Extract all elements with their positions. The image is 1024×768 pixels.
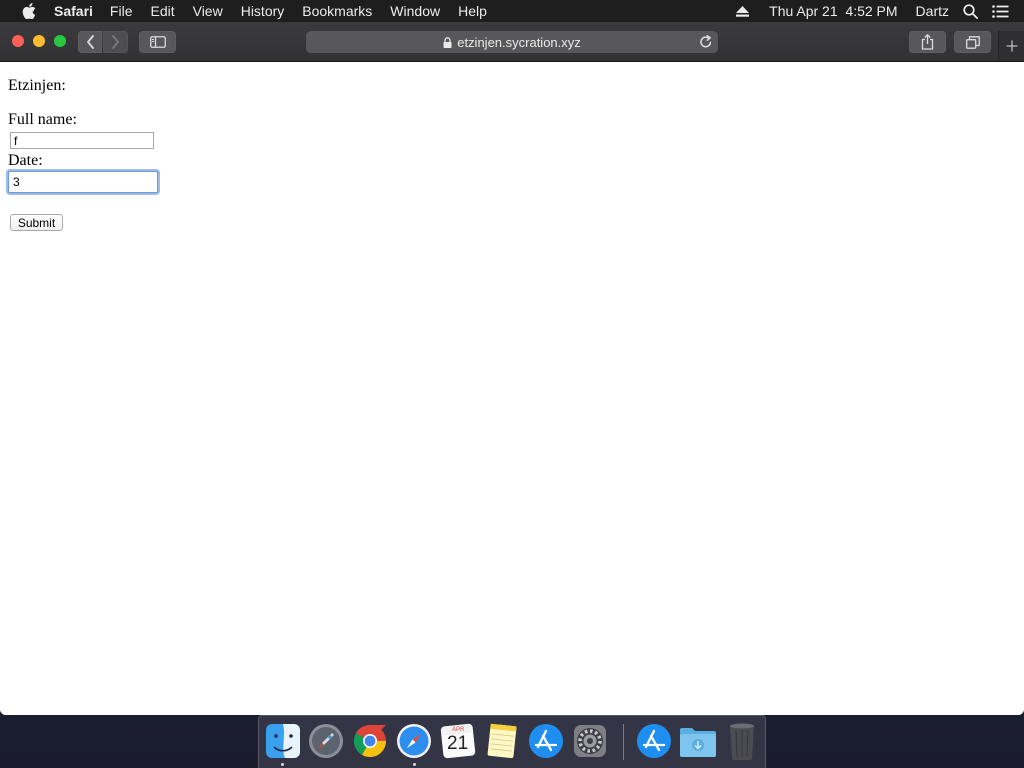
eject-icon[interactable] [736, 5, 750, 17]
date-input[interactable] [8, 171, 158, 193]
form-heading: Etzinjen: [8, 77, 66, 94]
menu-bar-clock[interactable]: Thu Apr 21 4:52 PM [769, 3, 897, 19]
sidebar-icon [149, 36, 166, 48]
notes-icon[interactable] [483, 722, 521, 760]
spotlight-search-icon[interactable] [963, 3, 978, 19]
window-close-button[interactable] [12, 35, 24, 47]
calendar-icon[interactable]: APR 21 [439, 722, 477, 760]
menu-bar-status-area: Thu Apr 21 4:52 PM Dartz [736, 0, 1024, 22]
calendar-day: 21 [447, 733, 469, 754]
menu-view[interactable]: View [193, 3, 223, 19]
full-name-label: Full name: [8, 111, 77, 128]
finder-icon[interactable] [264, 722, 302, 760]
menu-file[interactable]: File [110, 3, 133, 19]
launchpad-icon[interactable] [307, 722, 345, 760]
menu-history[interactable]: History [241, 3, 285, 19]
dock: APR 21 [258, 715, 766, 768]
menu-help[interactable]: Help [458, 3, 487, 19]
menu-bar-user[interactable]: Dartz [916, 3, 949, 19]
window-minimize-button[interactable] [33, 35, 45, 47]
apple-icon[interactable] [20, 0, 38, 22]
address-url: etzinjen.sycration.xyz [457, 34, 581, 50]
safari-window: etzinjen.sycration.xyz Etzinjen: Full na… [0, 22, 1024, 715]
trash-icon[interactable] [723, 722, 761, 760]
date-label: Date: [8, 152, 43, 169]
notification-center-icon[interactable] [992, 4, 1009, 18]
full-name-input[interactable] [10, 132, 154, 149]
forward-button[interactable] [103, 31, 128, 53]
sidebar-toggle-button[interactable] [139, 31, 176, 53]
menu-bar: Safari File Edit View History Bookmarks … [0, 0, 1024, 22]
safari-running-indicator [413, 763, 416, 766]
browser-toolbar: etzinjen.sycration.xyz [0, 22, 1024, 62]
safari-icon[interactable] [395, 722, 433, 760]
menu-edit[interactable]: Edit [150, 3, 174, 19]
tabs-overview-button[interactable] [954, 31, 991, 53]
back-button[interactable] [78, 31, 102, 53]
menu-bookmarks[interactable]: Bookmarks [302, 3, 372, 19]
web-page: Etzinjen: Full name: Date: Submit [0, 62, 1024, 715]
applications-folder-icon[interactable] [635, 722, 673, 760]
reload-icon[interactable] [699, 34, 713, 52]
dock-separator [623, 724, 624, 760]
menu-window[interactable]: Window [390, 3, 440, 19]
new-tab-button[interactable] [998, 31, 1024, 61]
app-store-icon[interactable] [527, 722, 565, 760]
downloads-folder-icon[interactable] [679, 722, 717, 760]
new-tab-icon [1006, 40, 1018, 52]
submit-button[interactable]: Submit [10, 214, 63, 231]
share-icon [921, 34, 934, 50]
back-icon [86, 35, 95, 49]
address-bar[interactable]: etzinjen.sycration.xyz [306, 31, 718, 53]
lock-icon [443, 36, 452, 48]
forward-icon [111, 35, 120, 49]
chrome-icon[interactable] [351, 722, 389, 760]
window-zoom-button[interactable] [54, 35, 66, 47]
finder-running-indicator [281, 763, 284, 766]
share-button[interactable] [909, 31, 946, 53]
tabs-overview-icon [965, 35, 980, 49]
system-preferences-icon[interactable] [571, 722, 609, 760]
menu-app-safari[interactable]: Safari [54, 3, 93, 19]
